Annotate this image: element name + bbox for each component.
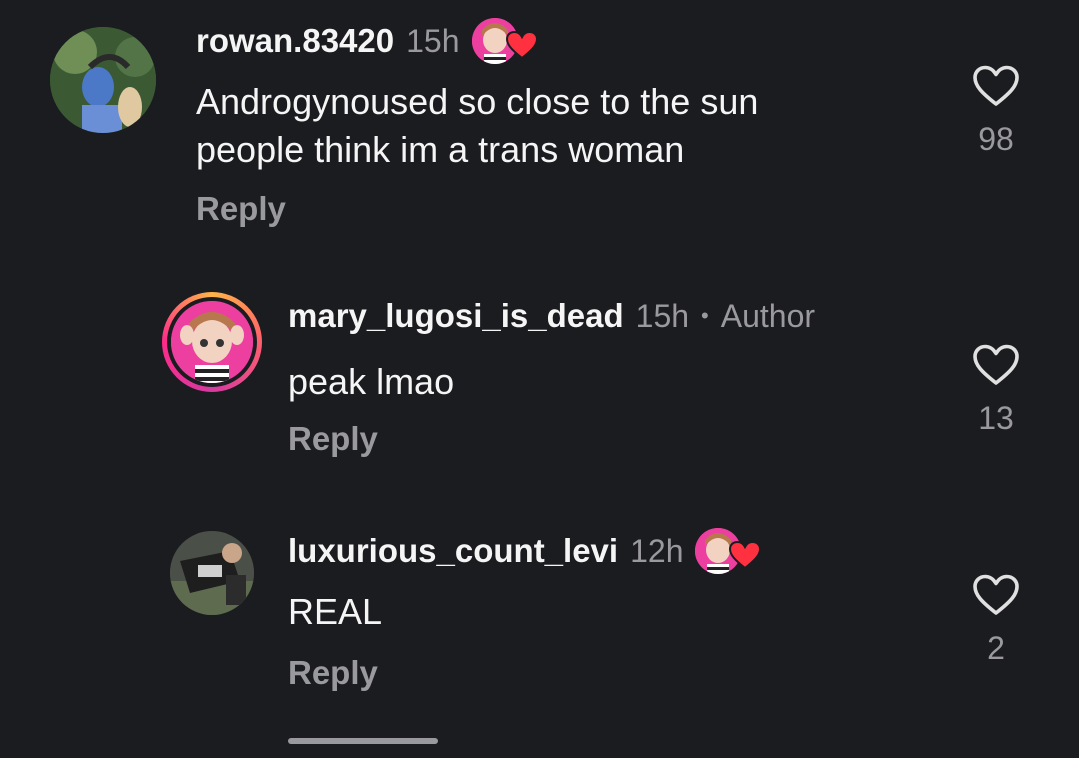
- reply-button[interactable]: Reply: [288, 654, 378, 692]
- avatar[interactable]: [171, 301, 253, 383]
- heart-outline-icon[interactable]: [972, 344, 1020, 386]
- heart-outline-icon[interactable]: [972, 574, 1020, 616]
- comment-text-line: people think im a trans woman: [196, 129, 685, 170]
- comment-username[interactable]: mary_lugosi_is_dead: [288, 297, 624, 335]
- author-tag: Author: [720, 297, 816, 334]
- comment-item: luxurious_count_levi 12h REAL Reply 2: [0, 510, 1079, 710]
- comment-text: Androgynoused so close to the sun people…: [196, 78, 936, 174]
- comment-text: peak lmao: [288, 361, 455, 402]
- reply-button[interactable]: Reply: [288, 420, 378, 458]
- comment-username[interactable]: rowan.83420: [196, 22, 394, 60]
- like-count: 13: [978, 400, 1014, 436]
- comment-username[interactable]: luxurious_count_levi: [288, 532, 618, 570]
- avatar[interactable]: [170, 531, 254, 615]
- avatar[interactable]: [50, 27, 156, 133]
- comment-item: mary_lugosi_is_dead 15h • Author peak lm…: [0, 280, 1079, 490]
- heart-outline-icon[interactable]: [972, 65, 1020, 107]
- comment-timestamp: 12h: [630, 532, 684, 569]
- avatar-image: [171, 301, 253, 383]
- like-count: 98: [978, 121, 1014, 157]
- like-button[interactable]: 2: [966, 574, 1026, 667]
- comment-text: REAL: [288, 591, 383, 632]
- reply-button[interactable]: Reply: [196, 190, 286, 228]
- comment-timestamp: 15h: [406, 22, 460, 59]
- comment-item: rowan.83420 15h Androgynoused so close t…: [0, 0, 1079, 260]
- avatar-image: [50, 27, 156, 133]
- heart-filled-icon: [729, 540, 762, 574]
- like-button[interactable]: 98: [966, 65, 1026, 158]
- comment-timestamp: 15h: [635, 297, 690, 334]
- like-button[interactable]: 13: [966, 344, 1026, 437]
- meta-separator: •: [701, 303, 709, 328]
- avatar-image: [170, 531, 254, 615]
- hidden-replies-cutoff: [288, 738, 438, 744]
- comment-text-line: Androgynoused so close to the sun: [196, 81, 759, 122]
- heart-filled-icon: [505, 30, 538, 64]
- like-count: 2: [987, 630, 1005, 666]
